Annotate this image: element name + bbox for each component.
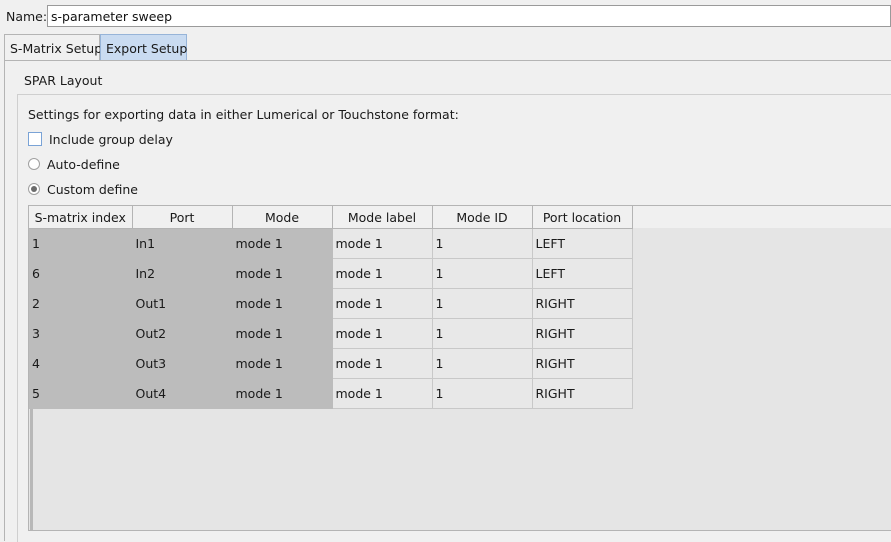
cell-mode[interactable]: mode 1 — [232, 348, 333, 379]
cell-mode[interactable]: mode 1 — [232, 378, 333, 409]
cell-mode-id[interactable]: 1 — [432, 258, 533, 289]
column-header-port[interactable]: Port — [132, 206, 233, 229]
custom-define-label: Custom define — [47, 181, 138, 197]
cell-mode-label[interactable]: mode 1 — [332, 228, 433, 259]
cell-port[interactable]: Out3 — [132, 348, 233, 379]
column-header-mode[interactable]: Mode — [232, 206, 333, 229]
auto-define-option[interactable]: Auto-define — [28, 155, 120, 173]
table-row: 4 Out3 mode 1 mode 1 1 RIGHT — [29, 348, 633, 379]
cell-mode[interactable]: mode 1 — [232, 258, 333, 289]
cell-s-matrix-index[interactable]: 3 — [29, 318, 133, 349]
table-row: 2 Out1 mode 1 mode 1 1 RIGHT — [29, 288, 633, 319]
cell-mode-label[interactable]: mode 1 — [332, 348, 433, 379]
cell-mode-id[interactable]: 1 — [432, 348, 533, 379]
cell-port-location[interactable]: LEFT — [532, 228, 633, 259]
cell-port-location[interactable]: RIGHT — [532, 318, 633, 349]
cell-s-matrix-index[interactable]: 2 — [29, 288, 133, 319]
spar-table-area: S-matrix index Port Mode Mode label Mode… — [28, 205, 891, 531]
cell-mode-id[interactable]: 1 — [432, 288, 533, 319]
table-row: 6 In2 mode 1 mode 1 1 LEFT — [29, 258, 633, 289]
column-header-mode-label[interactable]: Mode label — [332, 206, 433, 229]
tab-export-setup[interactable]: Export Setup — [100, 34, 187, 61]
cell-port[interactable]: In2 — [132, 258, 233, 289]
cell-port-location[interactable]: LEFT — [532, 258, 633, 289]
cell-mode[interactable]: mode 1 — [232, 228, 333, 259]
cell-mode[interactable]: mode 1 — [232, 288, 333, 319]
cell-port-location[interactable]: RIGHT — [532, 378, 633, 409]
section-title: SPAR Layout — [24, 73, 103, 88]
spar-layout-group: Settings for exporting data in either Lu… — [17, 94, 891, 542]
cell-mode-label[interactable]: mode 1 — [332, 288, 433, 319]
cell-port[interactable]: Out1 — [132, 288, 233, 319]
column-header-port-location[interactable]: Port location — [532, 206, 633, 229]
cell-port[interactable]: In1 — [132, 228, 233, 259]
table-row: 5 Out4 mode 1 mode 1 1 RIGHT — [29, 378, 633, 409]
table-row: 1 In1 mode 1 mode 1 1 LEFT — [29, 228, 633, 259]
table-row: 3 Out2 mode 1 mode 1 1 RIGHT — [29, 318, 633, 349]
include-group-delay-checkbox[interactable] — [28, 132, 42, 146]
name-input[interactable] — [47, 5, 891, 27]
table-header-row: S-matrix index Port Mode Mode label Mode… — [29, 206, 633, 229]
tab-s-matrix-setup[interactable]: S-Matrix Setup — [4, 34, 102, 61]
cell-port-location[interactable]: RIGHT — [532, 288, 633, 319]
cell-s-matrix-index[interactable]: 6 — [29, 258, 133, 289]
export-setup-panel: SPAR Layout Settings for exporting data … — [4, 60, 891, 542]
cell-mode-label[interactable]: mode 1 — [332, 318, 433, 349]
cell-port[interactable]: Out2 — [132, 318, 233, 349]
cell-s-matrix-index[interactable]: 1 — [29, 228, 133, 259]
cell-s-matrix-index[interactable]: 5 — [29, 378, 133, 409]
cell-mode-id[interactable]: 1 — [432, 378, 533, 409]
cell-mode-label[interactable]: mode 1 — [332, 258, 433, 289]
cell-s-matrix-index[interactable]: 4 — [29, 348, 133, 379]
include-group-delay-option[interactable]: Include group delay — [28, 130, 173, 148]
auto-define-radio[interactable] — [28, 158, 40, 170]
custom-define-radio[interactable] — [28, 183, 40, 195]
custom-define-option[interactable]: Custom define — [28, 180, 138, 198]
spar-table: S-matrix index Port Mode Mode label Mode… — [29, 206, 633, 409]
cell-port[interactable]: Out4 — [132, 378, 233, 409]
name-label: Name: — [6, 9, 48, 24]
cell-mode-id[interactable]: 1 — [432, 228, 533, 259]
include-group-delay-label: Include group delay — [49, 131, 173, 147]
cell-mode-label[interactable]: mode 1 — [332, 378, 433, 409]
cell-port-location[interactable]: RIGHT — [532, 348, 633, 379]
section-description: Settings for exporting data in either Lu… — [28, 107, 459, 122]
cell-mode-id[interactable]: 1 — [432, 318, 533, 349]
cell-mode[interactable]: mode 1 — [232, 318, 333, 349]
auto-define-label: Auto-define — [47, 156, 120, 172]
name-row: Name: — [0, 0, 891, 34]
column-header-s-matrix-index[interactable]: S-matrix index — [29, 206, 133, 229]
column-header-mode-id[interactable]: Mode ID — [432, 206, 533, 229]
